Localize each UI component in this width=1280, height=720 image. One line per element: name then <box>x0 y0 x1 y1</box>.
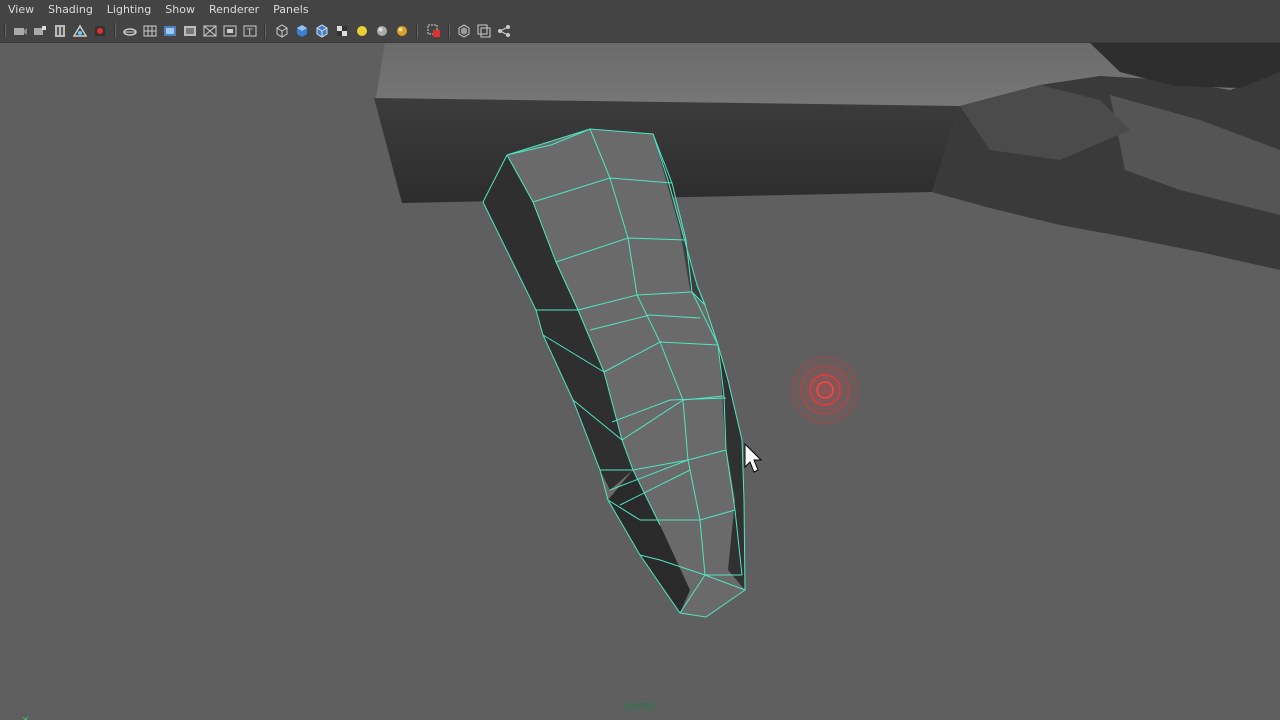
select-camera-icon[interactable] <box>12 23 28 39</box>
panel-menubar: View Shading Lighting Show Renderer Pane… <box>0 0 1280 20</box>
menu-panels[interactable]: Panels <box>266 0 315 20</box>
toolbar-separator <box>4 23 6 38</box>
toolbar-separator <box>416 23 418 38</box>
menu-lighting[interactable]: Lighting <box>100 0 158 20</box>
mouse-cursor-icon <box>744 442 763 473</box>
view-axis-indicator: Y Z <box>22 716 28 720</box>
svg-text:T: T <box>246 28 253 38</box>
smooth-shade-icon[interactable] <box>294 23 310 39</box>
wireframe-icon[interactable] <box>274 23 290 39</box>
camera-attributes-icon[interactable] <box>32 23 48 39</box>
camera-name-label: persp <box>624 699 656 712</box>
wireframe-on-shaded-icon[interactable] <box>314 23 330 39</box>
image-plane-icon[interactable] <box>72 23 88 39</box>
grid-icon[interactable] <box>142 23 158 39</box>
scene-canvas <box>374 43 1280 618</box>
isolate-select-icon[interactable] <box>426 23 442 39</box>
grease-pencil-icon[interactable] <box>122 23 138 39</box>
safe-action-icon[interactable]: T <box>242 23 258 39</box>
menu-renderer[interactable]: Renderer <box>202 0 266 20</box>
pivot-marker[interactable] <box>789 354 861 426</box>
ambient-occlusion-icon[interactable] <box>394 23 410 39</box>
menu-shading[interactable]: Shading <box>41 0 100 20</box>
xray-icon[interactable] <box>456 23 472 39</box>
bookmark-icon[interactable] <box>52 23 68 39</box>
2d-pan-zoom-icon[interactable] <box>92 23 108 39</box>
toolbar-separator <box>448 23 450 38</box>
toolbar-separator <box>264 23 266 38</box>
field-chart-icon[interactable] <box>222 23 238 39</box>
film-gate-icon[interactable] <box>162 23 178 39</box>
panel-toolbar: T <box>0 20 1280 43</box>
menu-show[interactable]: Show <box>158 0 202 20</box>
xray-joints-icon[interactable] <box>476 23 492 39</box>
gate-mask-icon[interactable] <box>202 23 218 39</box>
menu-view[interactable]: View <box>0 0 41 20</box>
shadows-icon[interactable] <box>374 23 390 39</box>
toolbar-separator <box>114 23 116 38</box>
perspective-viewport[interactable]: Y Z <box>0 43 1280 720</box>
textured-icon[interactable] <box>334 23 350 39</box>
use-all-lights-icon[interactable] <box>354 23 370 39</box>
y-axis-label: Y <box>22 716 28 720</box>
maya-window: View Shading Lighting Show Renderer Pane… <box>0 0 1280 720</box>
xray-components-icon[interactable] <box>496 23 512 39</box>
resolution-gate-icon[interactable] <box>182 23 198 39</box>
finger-mesh-selected[interactable] <box>482 128 746 618</box>
